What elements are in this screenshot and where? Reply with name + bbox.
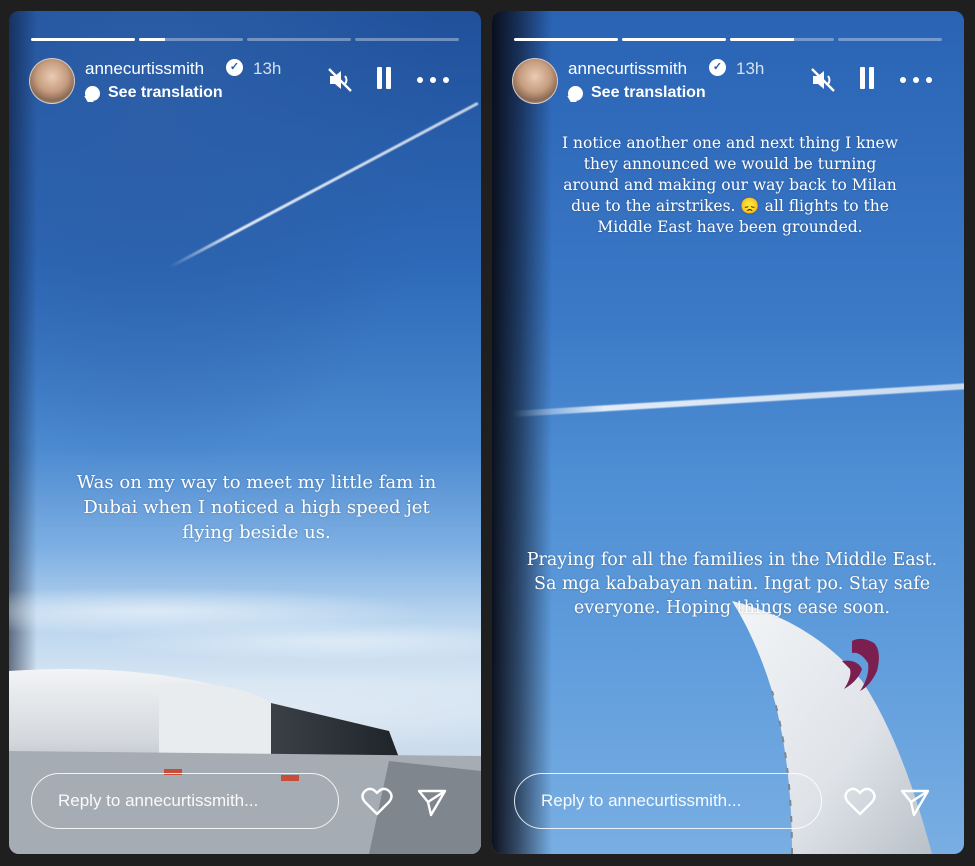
story-caption-top: I notice another one and next thing I kn… <box>561 134 898 236</box>
progress-segment-2 <box>622 38 726 41</box>
pause-icon[interactable] <box>374 67 394 89</box>
post-time: 13h <box>736 59 765 78</box>
send-icon[interactable] <box>415 785 449 819</box>
story-card-left[interactable]: annecurtissmith ✓ 13h See translation Wa… <box>9 11 481 854</box>
chat-bubble-icon <box>85 85 100 101</box>
verified-badge-icon: ✓ <box>709 59 726 76</box>
username-link[interactable]: annecurtissmith <box>568 59 687 79</box>
story-progress-bar <box>31 38 459 41</box>
see-translation-label: See translation <box>591 84 706 101</box>
progress-segment-2 <box>139 38 165 41</box>
verified-badge-icon: ✓ <box>226 59 243 76</box>
chat-bubble-icon <box>568 85 583 101</box>
reply-input-container[interactable] <box>31 773 339 829</box>
username-link[interactable]: annecurtissmith <box>85 59 204 79</box>
avatar[interactable] <box>512 58 558 104</box>
heart-icon[interactable] <box>360 785 394 819</box>
send-icon[interactable] <box>898 785 932 819</box>
reply-input-container[interactable] <box>514 773 822 829</box>
post-time: 13h <box>253 59 282 78</box>
story-caption-bottom: Praying for all the families in the Midd… <box>526 550 938 618</box>
story-card-right[interactable]: annecurtissmith ✓ 13h See translation I … <box>492 11 964 854</box>
see-translation-link[interactable]: See translation <box>85 84 223 102</box>
jet-contrail <box>168 101 479 269</box>
more-horizontal-icon[interactable] <box>900 77 932 83</box>
reply-input[interactable] <box>32 774 338 828</box>
jet-contrail <box>511 382 964 417</box>
see-translation-label: See translation <box>108 84 223 101</box>
see-translation-link[interactable]: See translation <box>568 84 706 102</box>
window-frame-shadow <box>492 11 552 854</box>
progress-segment-3 <box>730 38 795 41</box>
story-caption: Was on my way to meet my little fam in D… <box>76 472 437 543</box>
more-horizontal-icon[interactable] <box>417 77 449 83</box>
pause-icon[interactable] <box>857 67 877 89</box>
progress-segment-1 <box>514 38 618 41</box>
progress-segment-1 <box>31 38 135 41</box>
muted-speaker-icon[interactable] <box>810 67 836 93</box>
avatar[interactable] <box>29 58 75 104</box>
heart-icon[interactable] <box>843 785 877 819</box>
muted-speaker-icon[interactable] <box>327 67 353 93</box>
reply-input[interactable] <box>515 774 821 828</box>
story-progress-bar <box>514 38 942 41</box>
